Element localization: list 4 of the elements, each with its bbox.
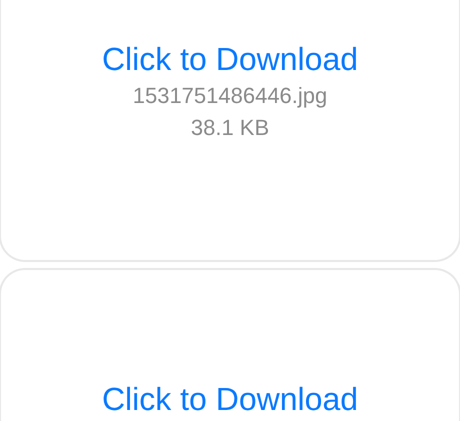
download-link[interactable]: Click to Download	[102, 379, 358, 419]
file-name: 1531751486446.jpg	[132, 82, 328, 110]
download-link[interactable]: Click to Download	[102, 39, 358, 79]
file-size: 38.1 KB	[190, 114, 270, 142]
